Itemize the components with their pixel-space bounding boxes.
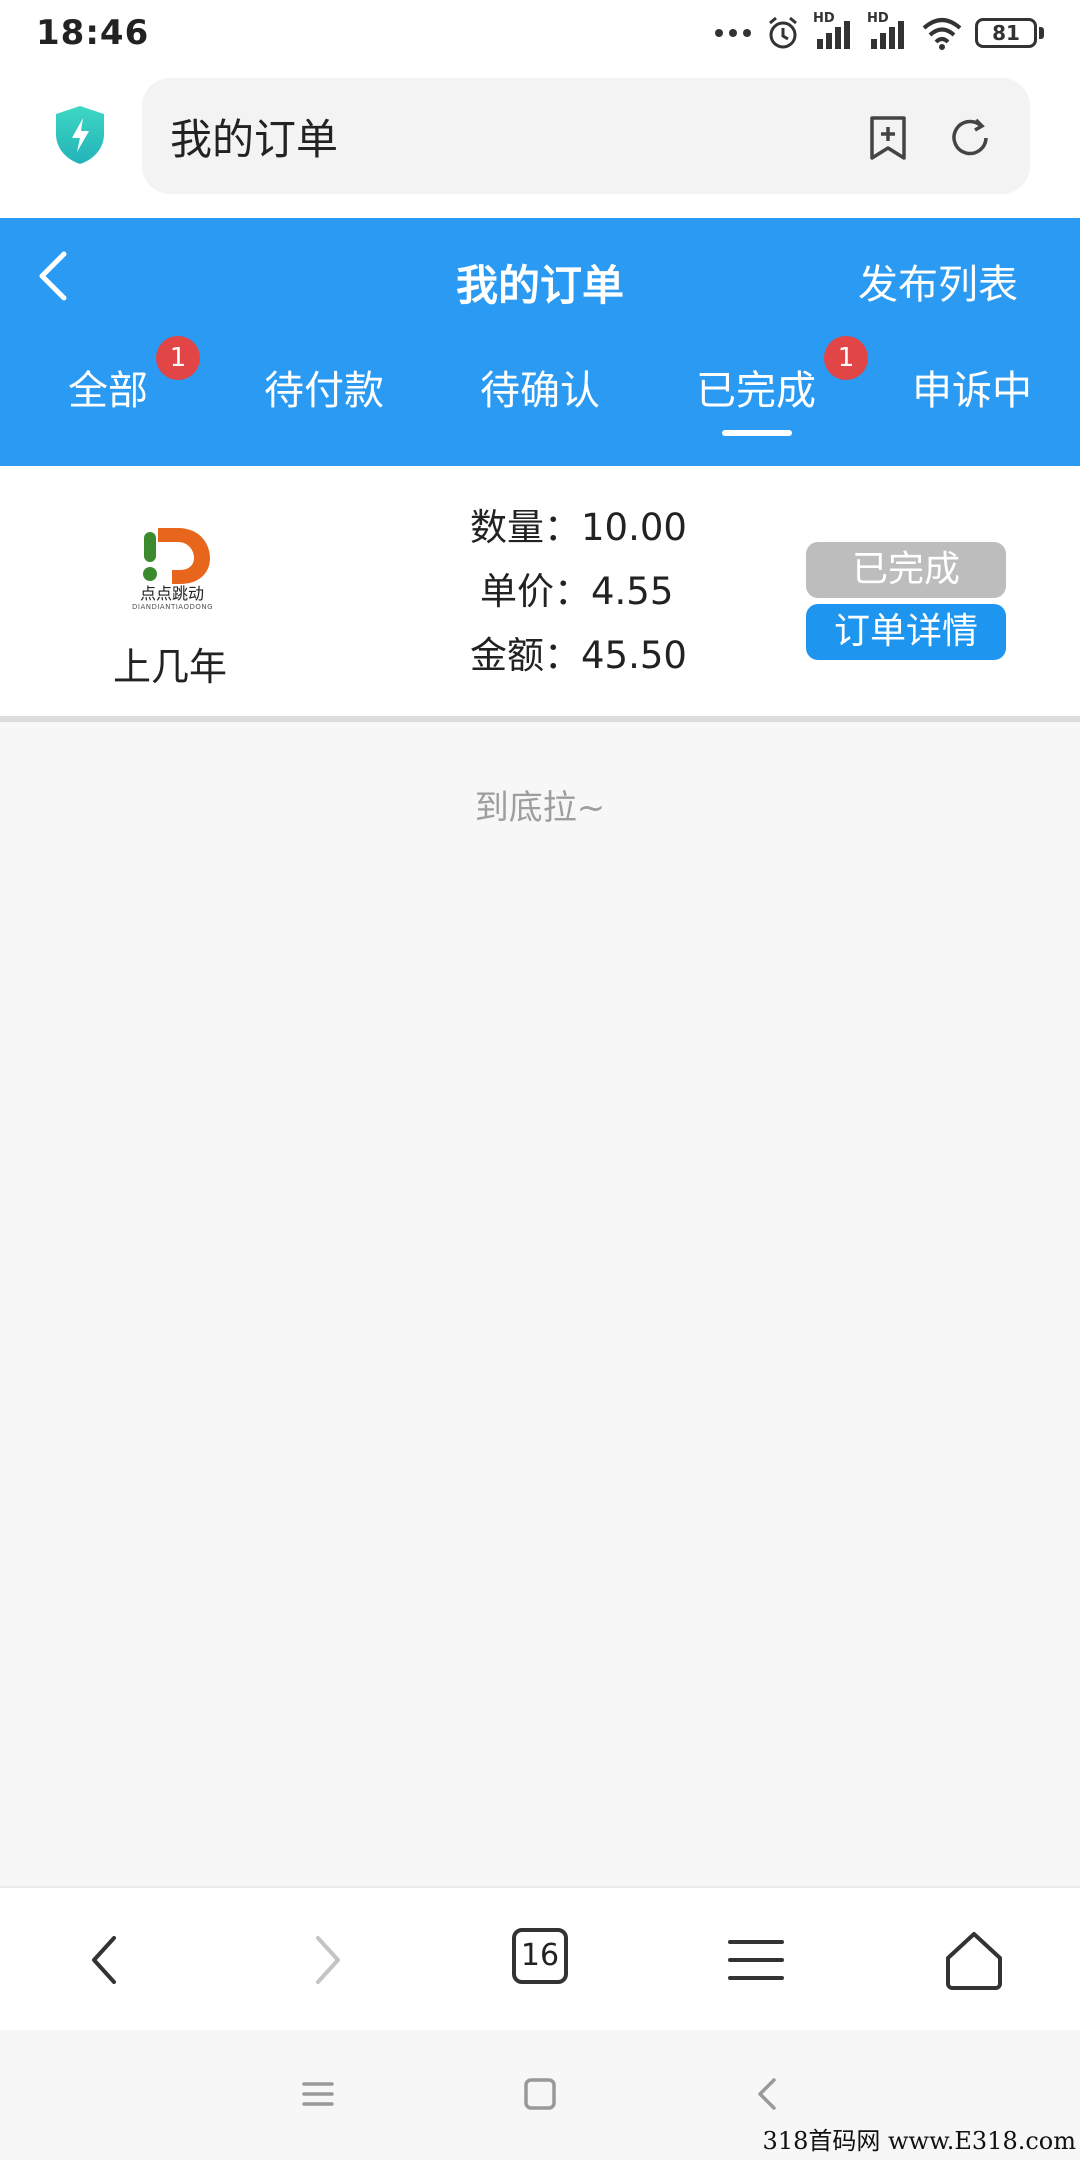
menu-icon[interactable] <box>724 1928 788 1992</box>
url-text: 我的订单 <box>170 114 339 164</box>
back-icon[interactable] <box>74 1928 138 1992</box>
status-time: 18:46 <box>36 13 150 53</box>
logo-text: 点点跳动 <box>139 584 204 603</box>
battery-level: 81 <box>975 18 1037 48</box>
quantity: 数量：10.00 <box>470 506 687 549</box>
active-tab-indicator <box>722 430 792 436</box>
order-card: 点点跳动 DIANDIANTIAODONG 上几年 数量：10.00 单价：4.… <box>0 466 1080 722</box>
app-header: 我的订单 发布列表 全部 1 待付款 待确认 已完成 1 申诉中 <box>0 218 1080 466</box>
wifi-icon <box>922 18 962 50</box>
tab-label: 已完成 <box>696 368 816 414</box>
more-dots-icon <box>715 29 751 37</box>
tab-appealing[interactable]: 申诉中 <box>864 358 1080 416</box>
home-icon[interactable] <box>942 1928 1006 1992</box>
tab-badge: 1 <box>824 336 868 380</box>
tab-label: 申诉中 <box>912 368 1032 414</box>
logo-subtext: DIANDIANTIAODONG <box>132 603 214 611</box>
url-bar[interactable]: 我的订单 <box>142 78 1030 194</box>
order-detail-button[interactable]: 订单详情 <box>806 604 1006 660</box>
browser-navbar: 16 <box>0 1886 1080 2030</box>
tab-pending-payment[interactable]: 待付款 <box>216 358 432 416</box>
amount: 金额：45.50 <box>470 634 687 677</box>
watermark: 318首码网 www.E318.com <box>762 2127 1076 2155</box>
browser-bar: 我的订单 <box>0 66 1080 218</box>
status-badge: 已完成 <box>806 542 1006 598</box>
tab-badge: 1 <box>156 336 200 380</box>
tab-label: 全部 <box>68 368 148 414</box>
system-home-icon[interactable] <box>520 2074 560 2114</box>
order-tabs: 全部 1 待付款 待确认 已完成 1 申诉中 <box>0 336 1080 454</box>
alarm-icon <box>769 16 797 49</box>
list-end-text: 到底拉~ <box>474 788 606 828</box>
forward-icon[interactable] <box>294 1928 358 1992</box>
status-bar: 18:46 HD HD 81 <box>0 0 1080 66</box>
tab-all[interactable]: 全部 1 <box>0 336 216 416</box>
order-info: 数量：10.00 单价：4.55 金额：45.50 <box>470 496 730 688</box>
refresh-icon[interactable] <box>946 114 994 162</box>
tab-label: 待确认 <box>480 368 600 414</box>
signal-icon <box>817 21 850 49</box>
tab-completed[interactable]: 已完成 1 <box>648 336 868 416</box>
tabs-count-button[interactable]: 16 <box>512 1928 568 1984</box>
signal-icon-2 <box>871 21 904 49</box>
tab-label: 待付款 <box>264 368 384 414</box>
add-bookmark-icon[interactable] <box>864 114 912 162</box>
system-nav-bar: 318首码网 www.E318.com <box>0 2030 1080 2160</box>
publish-list-link[interactable]: 发布列表 <box>858 252 1018 310</box>
status-icons: HD HD 81 <box>713 11 1044 51</box>
signal-2: HD <box>867 11 909 51</box>
system-back-icon[interactable] <box>748 2074 788 2114</box>
unit-price: 单价：4.55 <box>480 570 674 613</box>
battery-icon: 81 <box>975 18 1044 48</box>
recent-apps-icon[interactable] <box>298 2074 338 2114</box>
shield-icon[interactable] <box>52 104 108 166</box>
signal-1: HD <box>813 11 855 51</box>
product-name: 上几年 <box>112 645 227 689</box>
tab-pending-confirm[interactable]: 待确认 <box>432 358 648 416</box>
